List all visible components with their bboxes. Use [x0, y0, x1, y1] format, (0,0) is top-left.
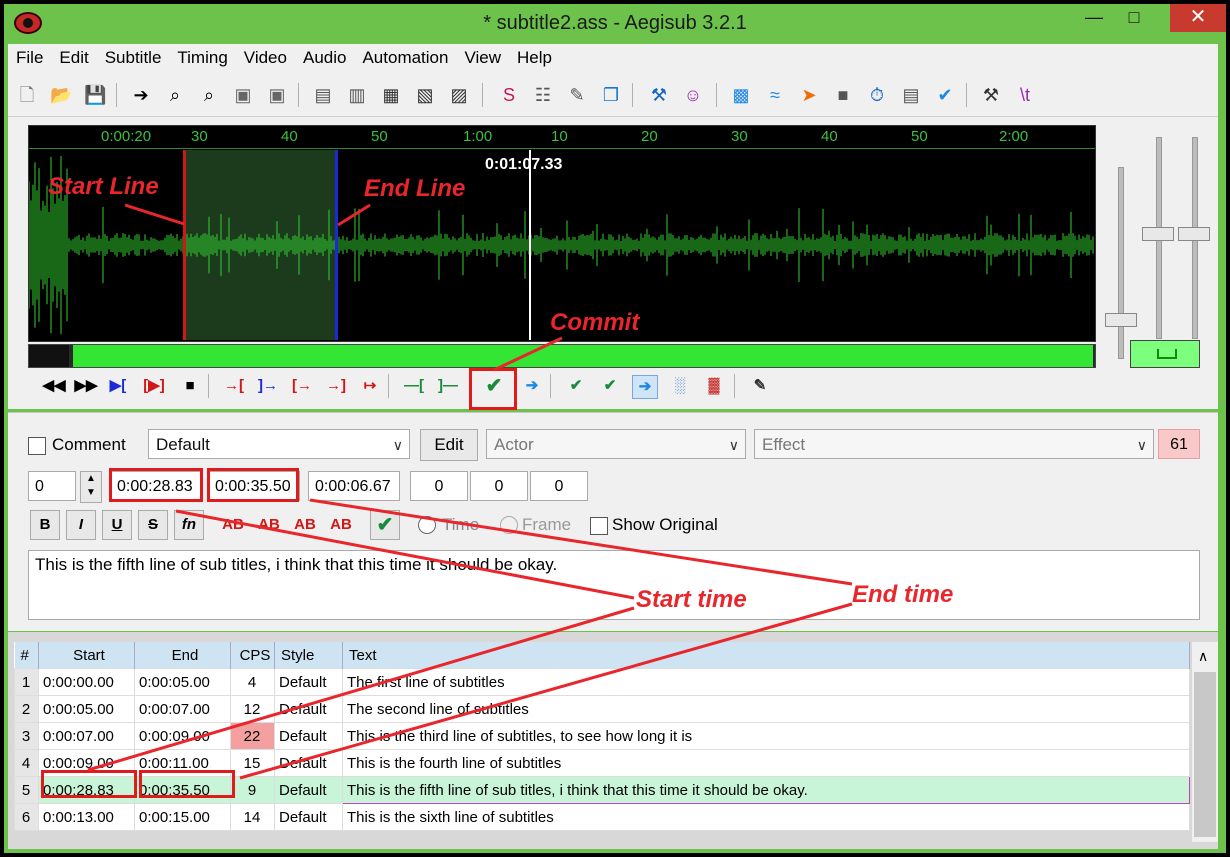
end-time-annotation: End time: [852, 581, 954, 608]
start-line-annotation: Start Line: [48, 173, 159, 200]
annotation-arrows: [87, 203, 853, 780]
end-line-annotation: End Line: [364, 175, 466, 202]
commit-annotation: Commit: [550, 309, 640, 336]
start-time-annotation: Start time: [636, 586, 747, 613]
